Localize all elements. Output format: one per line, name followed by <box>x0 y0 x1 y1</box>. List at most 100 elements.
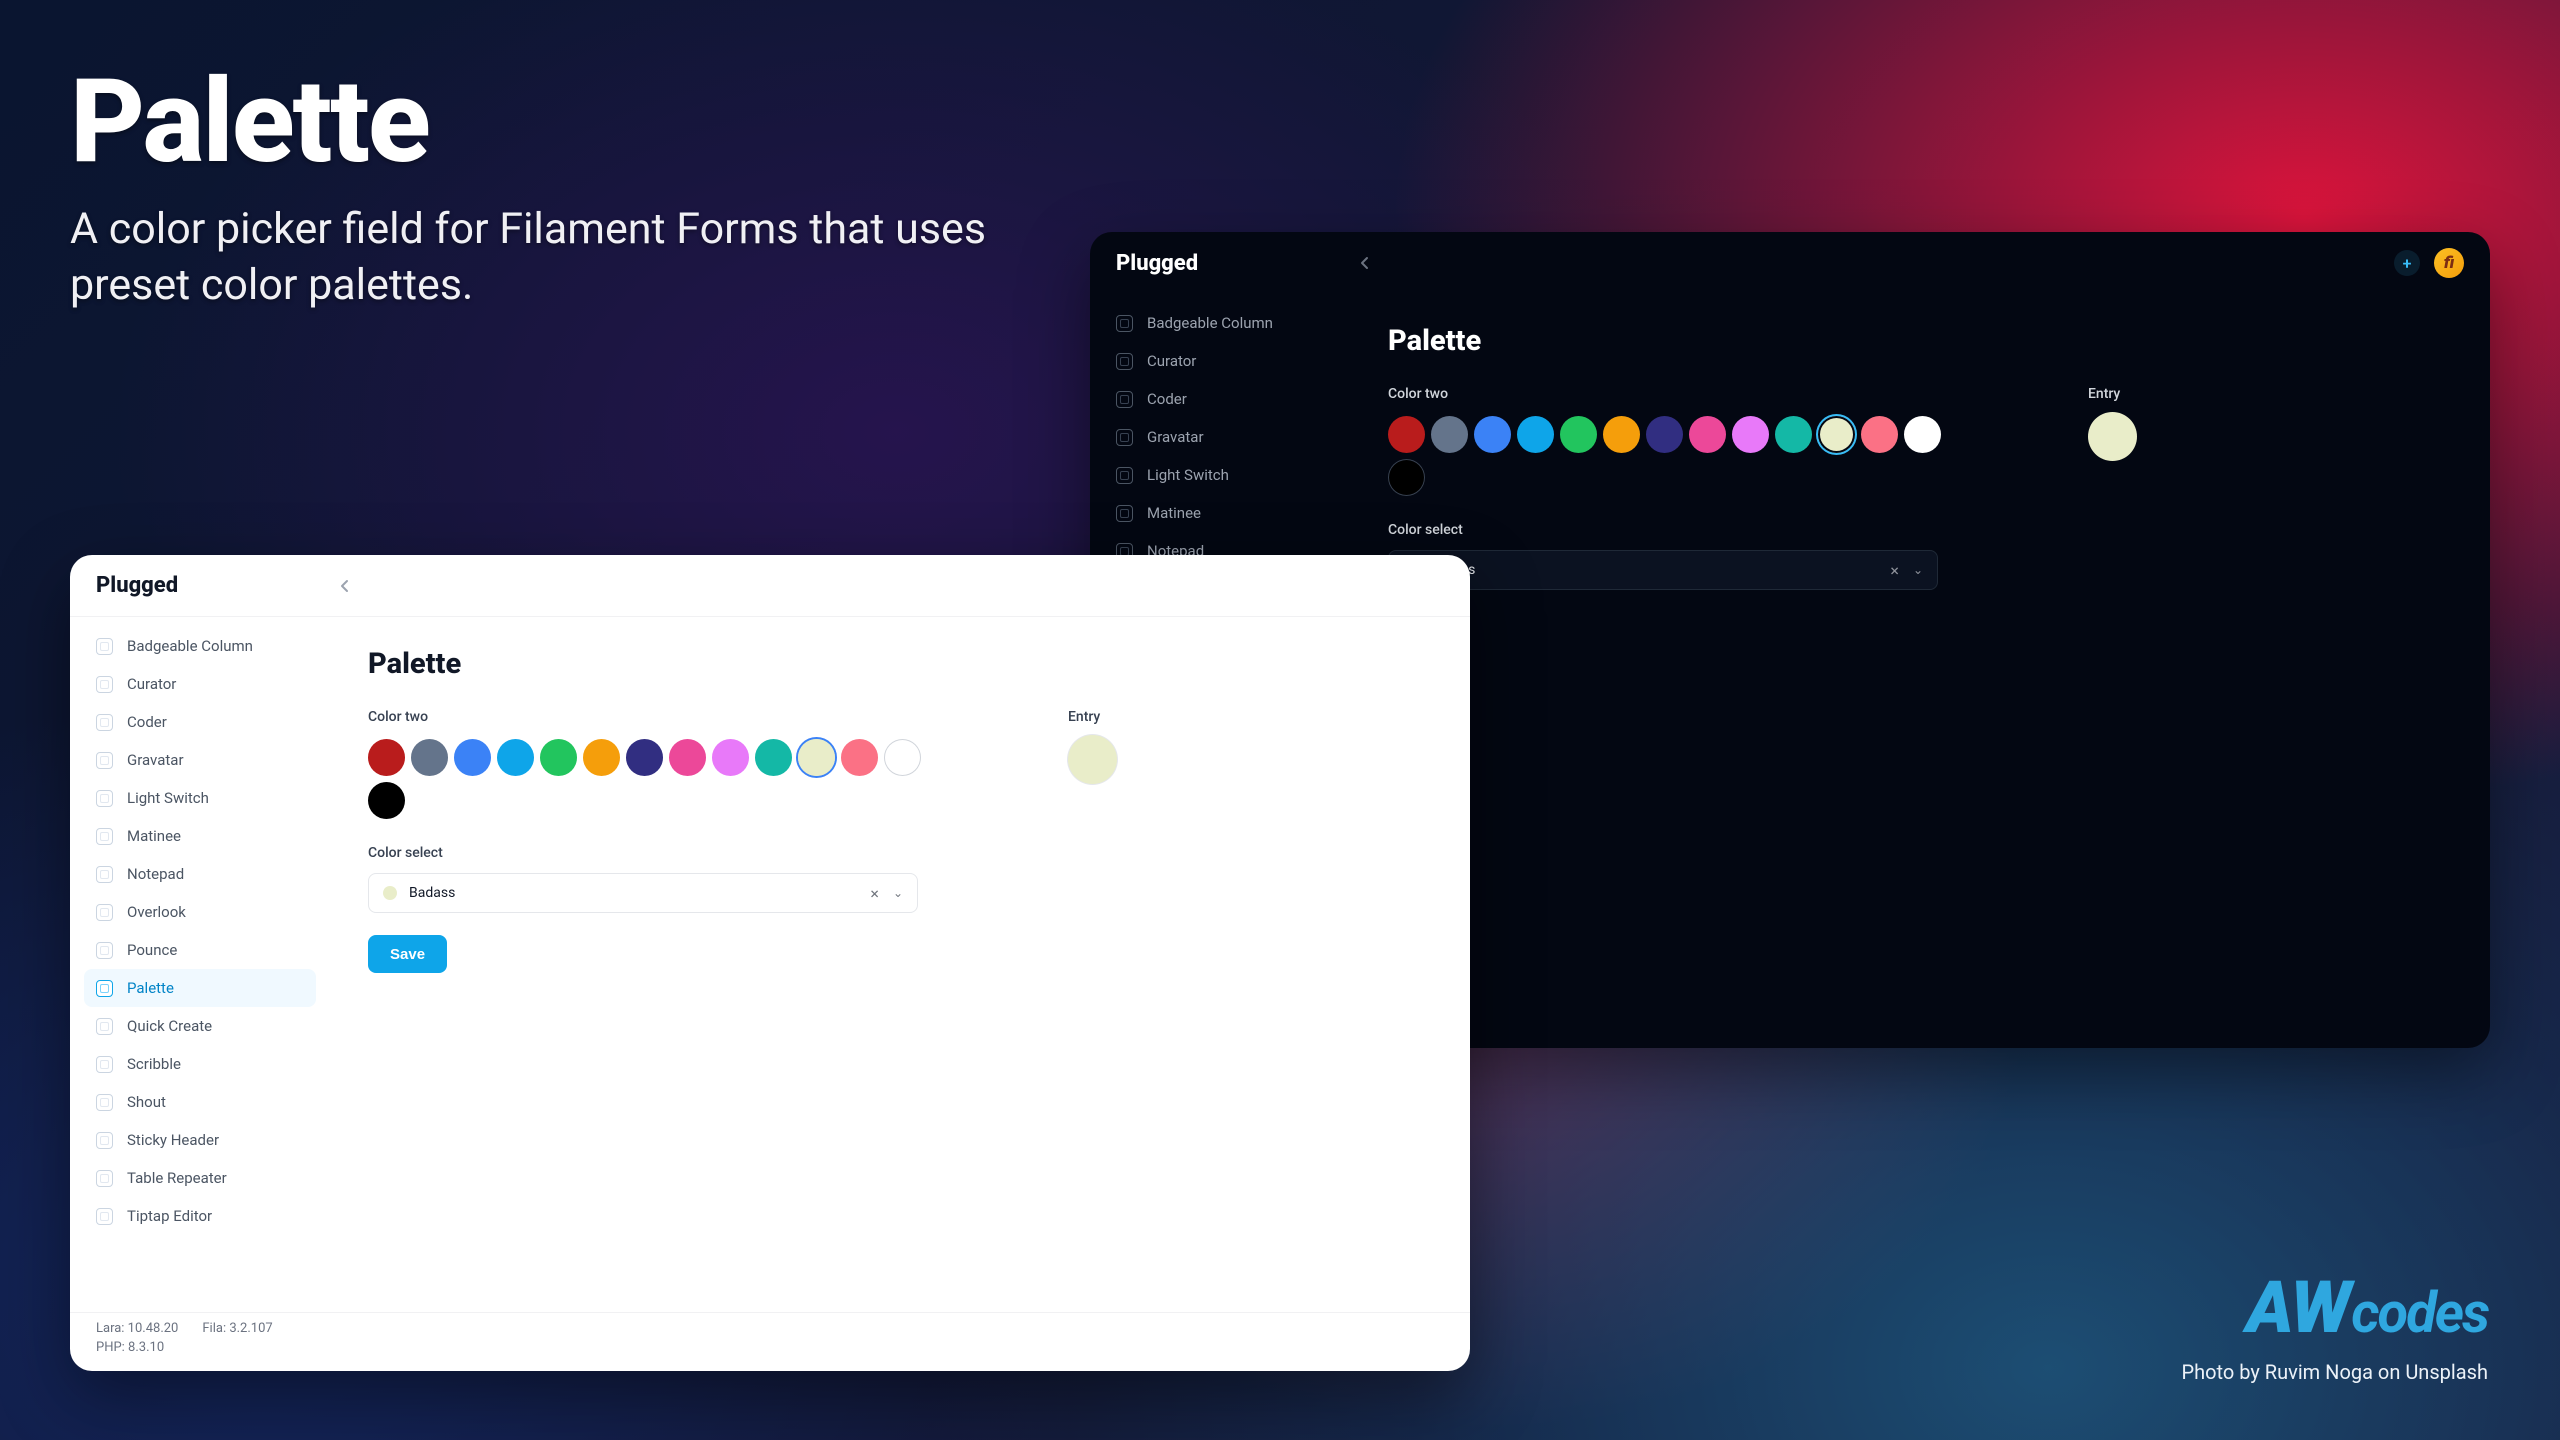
content-light: Palette Color two Entry Color select Bad… <box>330 617 1470 1312</box>
sidebar-item-label: Curator <box>127 675 176 693</box>
square-icon <box>1116 391 1133 408</box>
hero-title: Palette <box>70 62 990 184</box>
square-icon <box>96 1170 113 1187</box>
panel-header-dark: Plugged + fi <box>1090 232 2490 294</box>
sidebar-item-tiptap-editor[interactable]: Tiptap Editor <box>84 1197 316 1235</box>
sidebar-light: Badgeable Column Curator CoderGravatar Ligh… <box>70 617 330 1312</box>
chevron-down-icon[interactable]: ⌄ <box>1913 563 1923 577</box>
sidebar-item-label: Curator <box>1147 352 1196 370</box>
sidebar-item-pounce[interactable]: Pounce <box>84 931 316 969</box>
sidebar-item-sticky-header[interactable]: Sticky Header <box>84 1121 316 1159</box>
brand-logo: AWcodes <box>2246 1265 2488 1350</box>
sidebar-item-label: Light Switch <box>127 789 209 807</box>
color-swatch[interactable] <box>1560 416 1597 453</box>
color-swatch[interactable] <box>540 739 577 776</box>
color-swatch[interactable] <box>1646 416 1683 453</box>
square-icon <box>96 904 113 921</box>
color-select-field[interactable]: Badass × ⌄ <box>368 873 918 913</box>
square-icon <box>1116 429 1133 446</box>
color-swatch[interactable] <box>1775 416 1812 453</box>
color-swatch[interactable] <box>884 739 921 776</box>
color-swatch[interactable] <box>1388 459 1425 496</box>
color-swatch[interactable] <box>1603 416 1640 453</box>
entry-swatch <box>2088 412 2137 461</box>
chevron-down-icon[interactable]: ⌄ <box>893 886 903 900</box>
square-icon <box>96 714 113 731</box>
sidebar-item-label: Scribble <box>127 1055 181 1073</box>
color-swatch[interactable] <box>1388 416 1425 453</box>
color-swatch[interactable] <box>411 739 448 776</box>
sidebar-item-gravatar[interactable]: Gravatar <box>84 741 316 779</box>
hero-subtitle: A color picker field for Filament Forms … <box>70 202 990 314</box>
save-button[interactable]: Save <box>368 935 447 973</box>
sidebar-item-coder[interactable]: Coder <box>84 703 316 741</box>
square-icon <box>96 790 113 807</box>
color-swatch[interactable] <box>798 739 835 776</box>
color-swatch[interactable] <box>583 739 620 776</box>
sidebar-item-gravatar[interactable]: Gravatar <box>1104 418 1336 456</box>
sidebar-item-palette[interactable]: Palette <box>84 969 316 1007</box>
square-icon <box>96 676 113 693</box>
square-icon <box>96 752 113 769</box>
page-heading: Palette <box>368 647 1432 681</box>
collapse-sidebar-button[interactable] <box>338 579 352 593</box>
sidebar-item-matinee[interactable]: Matinee <box>1104 494 1336 532</box>
color-swatch[interactable] <box>454 739 491 776</box>
color-swatch[interactable] <box>626 739 663 776</box>
color-two-swatches-light <box>368 739 928 819</box>
sidebar-item-table-repeater[interactable]: Table Repeater <box>84 1159 316 1197</box>
color-swatch[interactable] <box>1818 416 1855 453</box>
brand-codes: codes <box>2351 1280 2488 1346</box>
sidebar-item-scribble[interactable]: Scribble <box>84 1045 316 1083</box>
collapse-sidebar-button[interactable] <box>1358 256 1372 270</box>
square-icon <box>96 942 113 959</box>
sidebar-item-light-switch[interactable]: Light Switch <box>84 779 316 817</box>
color-swatch[interactable] <box>1904 416 1941 453</box>
color-swatch[interactable] <box>1861 416 1898 453</box>
square-icon <box>96 1056 113 1073</box>
color-swatch[interactable] <box>368 739 405 776</box>
sidebar-item-label: Matinee <box>127 827 181 845</box>
color-swatch[interactable] <box>1689 416 1726 453</box>
sidebar-item-matinee[interactable]: Matinee <box>84 817 316 855</box>
brand-aw: AW <box>2246 1265 2349 1350</box>
color-swatch[interactable] <box>1474 416 1511 453</box>
color-swatch[interactable] <box>755 739 792 776</box>
color-swatch[interactable] <box>1431 416 1468 453</box>
sidebar-item-label: Badgeable Column <box>1147 314 1273 332</box>
color-swatch[interactable] <box>497 739 534 776</box>
sidebar-item-label: Overlook <box>127 903 186 921</box>
sidebar-item-notepad[interactable]: Notepad <box>84 855 316 893</box>
square-icon <box>96 828 113 845</box>
hero: Palette A color picker field for Filamen… <box>70 62 990 314</box>
color-swatch[interactable] <box>1732 416 1769 453</box>
color-two-swatches-dark <box>1388 416 1948 496</box>
square-icon <box>96 638 113 655</box>
color-swatch[interactable] <box>841 739 878 776</box>
color-swatch[interactable] <box>712 739 749 776</box>
sidebar-item-overlook[interactable]: Overlook <box>84 893 316 931</box>
sidebar-item-quick-create[interactable]: Quick Create <box>84 1007 316 1045</box>
color-two-label: Color two <box>1388 386 1948 402</box>
sidebar-item-badgeable-column[interactable]: Badgeable Column <box>1104 304 1336 342</box>
color-select-field[interactable]: Badass × ⌄ <box>1388 550 1938 590</box>
user-avatar[interactable]: fi <box>2434 248 2464 278</box>
square-icon <box>96 1094 113 1111</box>
sidebar-item-shout[interactable]: Shout <box>84 1083 316 1121</box>
sidebar-item-badgeable-column[interactable]: Badgeable Column <box>84 627 316 665</box>
clear-icon[interactable]: × <box>1890 561 1899 580</box>
sidebar-item-coder[interactable]: Coder <box>1104 380 1336 418</box>
sidebar-item-label: Gravatar <box>1147 428 1204 446</box>
sidebar-item-curator[interactable]: Curator <box>84 665 316 703</box>
sidebar-item-label: Tiptap Editor <box>127 1207 212 1225</box>
sidebar-item-curator[interactable]: Curator <box>1104 342 1336 380</box>
clear-icon[interactable]: × <box>870 884 879 903</box>
square-icon <box>96 980 113 997</box>
color-swatch[interactable] <box>1517 416 1554 453</box>
sidebar-item-light-switch[interactable]: Light Switch <box>1104 456 1336 494</box>
panel-footer-light: Lara: 10.48.20 Fila: 3.2.107 PHP: 8.3.10 <box>70 1312 1470 1371</box>
color-swatch[interactable] <box>368 782 405 819</box>
color-swatch[interactable] <box>669 739 706 776</box>
add-button[interactable]: + <box>2394 250 2420 276</box>
entry-label: Entry <box>1068 709 1117 725</box>
